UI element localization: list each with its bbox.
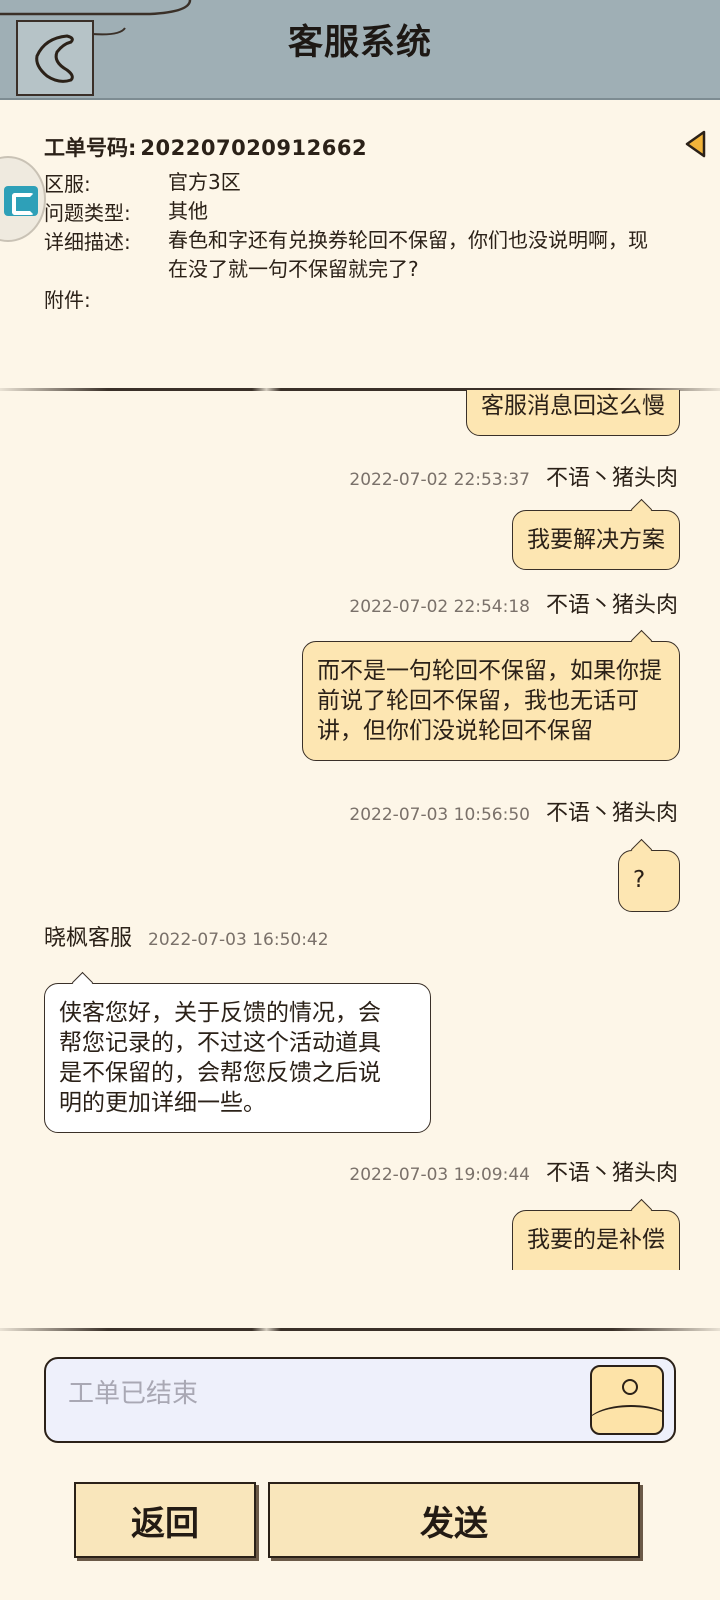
message-sender: 不语丶猪头肉 — [545, 801, 678, 826]
chat-bubble-mine: 客服消息回这么慢 — [466, 390, 680, 436]
page-title: 客服系统 — [287, 23, 432, 63]
message-header: 晓枫客服 2022-07-03 16:50:42 — [44, 920, 329, 952]
chat-bubble-mine: 我要的是补偿 — [512, 1210, 680, 1270]
message-header: 2022-07-03 10:56:50 不语丶猪头肉 — [349, 795, 678, 827]
info-label: 问题类型: — [44, 201, 131, 225]
back-text-button[interactable]: 返回 — [74, 1482, 256, 1558]
message-time: 2022-07-02 22:54:18 — [349, 597, 530, 617]
chat-bubble-mine: ? — [618, 850, 680, 912]
info-row-type: 问题类型: 其他 — [44, 197, 208, 226]
triangle-left-icon[interactable] — [684, 130, 708, 158]
message-time: 2022-07-02 22:53:37 — [349, 470, 530, 490]
info-row-attachment: 附件: — [44, 284, 168, 313]
info-value: 官方3区 — [168, 170, 241, 194]
info-label: 详细描述: — [44, 230, 131, 254]
ticket-number-label: 工单号码: — [44, 136, 137, 160]
message-time: 2022-07-03 19:09:44 — [349, 1165, 530, 1185]
chat-bubble-agent: 侠客您好，关于反馈的情况，会帮您记录的，不过这个活动道具是不保留的，会帮您反馈之… — [44, 983, 431, 1133]
message-header: 2022-07-02 22:53:37 不语丶猪头肉 — [349, 460, 678, 492]
message-header: 2022-07-03 19:09:44 不语丶猪头肉 — [349, 1155, 678, 1187]
header-bar: 客服系统 — [0, 0, 720, 100]
message-sender: 不语丶猪头肉 — [545, 1161, 678, 1186]
floating-assistant-icon[interactable] — [0, 156, 46, 242]
message-input[interactable]: 工单已结束 — [44, 1357, 676, 1443]
chat-bubble-mine: 我要解决方案 — [512, 510, 680, 570]
message-time: 2022-07-03 10:56:50 — [349, 805, 530, 825]
message-header: 2022-07-02 22:54:18 不语丶猪头肉 — [349, 587, 678, 619]
image-icon — [622, 1379, 638, 1395]
ticket-number: 工单号码: 202207020912662 — [44, 132, 367, 162]
info-row-server: 区服: 官方3区 — [44, 168, 241, 197]
message-sender: 晓枫客服 — [44, 926, 133, 951]
ticket-info-panel: 工单号码: 202207020912662 区服: 官方3区 问题类型: 其他 详… — [0, 100, 720, 390]
info-value: 春色和字还有兑换券轮回不保留，你们也没说明啊，现在没了就一句不保留就完了? — [168, 228, 648, 281]
info-row-description: 详细描述: 春色和字还有兑换券轮回不保留，你们也没说明啊，现在没了就一句不保留就… — [44, 226, 648, 281]
ticket-number-value: 202207020912662 — [140, 136, 368, 160]
divider — [0, 1328, 720, 1331]
send-button[interactable]: 发送 — [268, 1482, 640, 1558]
message-time: 2022-07-03 16:50:42 — [148, 930, 329, 950]
chat-bubble-mine: 而不是一句轮回不保留，如果你提前说了轮回不保留，我也无话可讲，但你们没说轮回不保… — [302, 641, 680, 761]
info-label: 附件: — [44, 288, 91, 312]
info-value: 其他 — [168, 199, 208, 223]
message-sender: 不语丶猪头肉 — [545, 593, 678, 618]
image-upload-button[interactable] — [590, 1365, 664, 1435]
input-placeholder: 工单已结束 — [68, 1379, 199, 1409]
chat-area[interactable]: 客服消息回这么慢 2022-07-02 22:53:37 不语丶猪头肉 我要解决方… — [0, 390, 720, 1270]
info-label: 区服: — [44, 172, 91, 196]
message-sender: 不语丶猪头肉 — [545, 466, 678, 491]
